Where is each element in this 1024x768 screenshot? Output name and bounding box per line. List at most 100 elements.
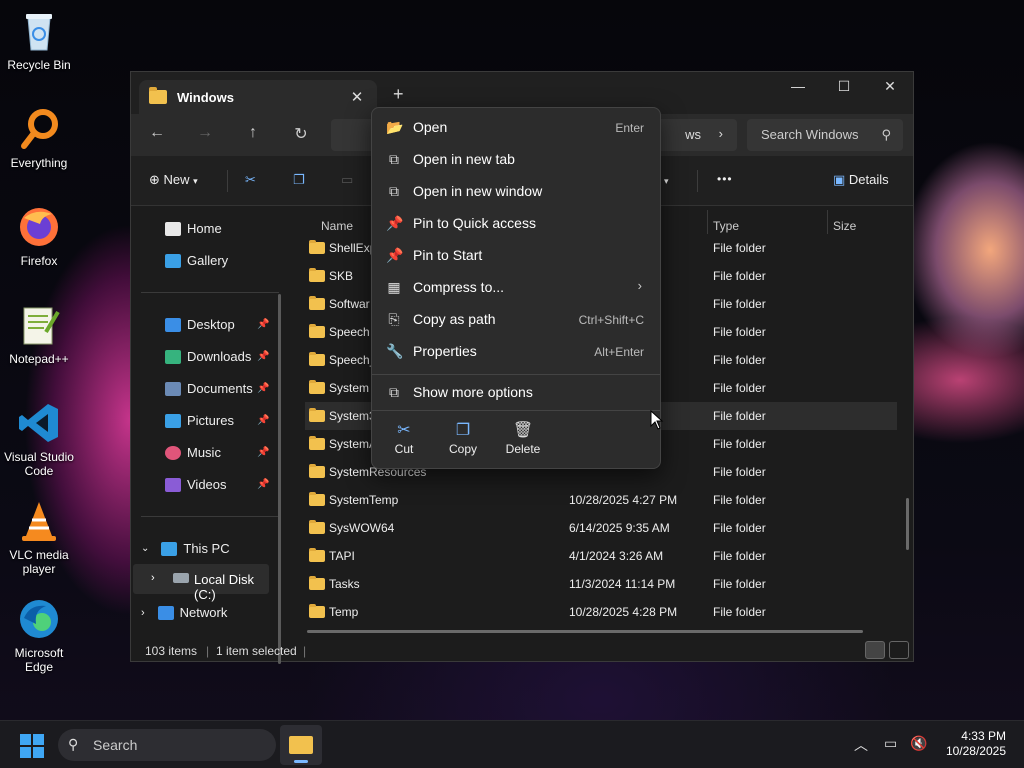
file-type: File folder (713, 549, 766, 563)
sidebar-item-gallery[interactable]: Gallery (165, 253, 228, 268)
file-date: 10/28/2025 4:28 PM (569, 605, 678, 619)
network-status-icon[interactable]: ▭ (884, 735, 897, 752)
sidebar-item-pictures[interactable]: Pictures (165, 413, 234, 428)
chevron-right-icon[interactable]: › (141, 607, 145, 619)
copy-toolbar-button[interactable]: ❐ (293, 172, 305, 188)
minimize-button[interactable]: — (775, 72, 821, 100)
desktop-icon-vscode[interactable]: Visual Studio Code (4, 400, 74, 478)
quick-action-copy[interactable]: ❐ Copy (437, 420, 489, 456)
desktop-icon-everything[interactable]: Everything (4, 106, 74, 170)
more-options-button[interactable]: ••• (717, 172, 733, 186)
column-divider[interactable] (707, 210, 708, 234)
gallery-icon (165, 253, 181, 268)
menu-item-label: Properties (413, 343, 477, 359)
quick-action-delete[interactable]: 🗑 Delete (497, 420, 549, 456)
menu-item-pin-to-start[interactable]: 📌 Pin to Start (380, 239, 654, 271)
menu-item-pin-to-quick-access[interactable]: 📌 Pin to Quick access (380, 207, 654, 239)
cut-toolbar-button[interactable]: ✂ (245, 172, 256, 188)
sidebar-item-videos[interactable]: Videos (165, 477, 227, 492)
up-button[interactable]: ↑ (241, 124, 265, 146)
folder-icon (309, 576, 325, 590)
file-name: Temp (329, 605, 359, 619)
column-header-type[interactable]: Type (713, 219, 739, 233)
column-header-name[interactable]: Name (321, 219, 353, 233)
folder-icon (289, 736, 313, 754)
menu-item-open[interactable]: 📂 Open Enter (380, 111, 654, 143)
column-header-size[interactable]: Size (833, 219, 856, 233)
sidebar-item-label: Desktop (187, 317, 235, 332)
volume-muted-icon[interactable]: 🔇 (910, 735, 927, 752)
desktop-icon-recycle-bin[interactable]: Recycle Bin (4, 8, 74, 72)
pin-icon[interactable]: 📌 (257, 319, 269, 330)
search-icon: ⚲ (68, 736, 79, 752)
paste-toolbar-button[interactable]: ▭ (341, 172, 353, 188)
search-input[interactable]: Search Windows ⚲ (747, 119, 903, 151)
sidebar-item-music[interactable]: Music (165, 445, 221, 460)
start-button[interactable] (20, 734, 44, 758)
new-tab-button[interactable]: + (393, 84, 404, 105)
menu-item-properties[interactable]: 🔧 Properties Alt+Enter (380, 335, 654, 367)
file-type: File folder (713, 353, 766, 367)
taskbar-search-box[interactable]: ⚲ Search (58, 729, 276, 761)
pin-icon[interactable]: 📌 (257, 415, 269, 426)
folder-icon (309, 324, 325, 338)
table-row[interactable]: SystemTemp 10/28/2025 4:27 PM File folder (305, 486, 897, 514)
trash-icon: 🗑 (512, 422, 534, 439)
menu-item-copy-as-path[interactable]: ⎘ Copy as path Ctrl+Shift+C (380, 303, 654, 335)
menu-item-open-in-new-window[interactable]: ⧉ Open in new window (380, 175, 654, 207)
menu-item-compress-to[interactable]: ▦ Compress to... › (380, 271, 654, 303)
sidebar-item-network[interactable]: › Network (141, 605, 227, 620)
sidebar-item-desktop[interactable]: Desktop (165, 317, 235, 332)
sidebar-scrollbar[interactable] (278, 294, 281, 664)
menu-item-show-more-options[interactable]: ⧉ Show more options (380, 376, 654, 408)
tab-windows[interactable]: Windows ✕ (139, 80, 377, 114)
sidebar-item-home[interactable]: Home (165, 221, 222, 236)
details-pane-button[interactable]: ▣ Details (833, 172, 889, 188)
folder-icon (309, 436, 325, 450)
clipboard-icon: ▭ (341, 172, 354, 187)
sidebar-item-local-disk[interactable]: › Local Disk (C:) (133, 564, 269, 602)
table-row[interactable]: SysWOW64 6/14/2025 9:35 AM File folder (305, 514, 897, 542)
wrench-icon: 🔧 (386, 343, 404, 359)
tab-close-button[interactable]: ✕ (347, 88, 367, 106)
sidebar-item-label: Videos (187, 477, 227, 492)
refresh-button[interactable]: ↻ (289, 124, 313, 146)
folder-icon (309, 380, 325, 394)
forward-button[interactable]: → (193, 124, 217, 146)
desktop-icon-firefox[interactable]: Firefox (4, 204, 74, 268)
pin-icon[interactable]: 📌 (257, 351, 269, 362)
back-button[interactable]: ← (145, 124, 169, 146)
close-button[interactable]: ✕ (867, 72, 913, 100)
horizontal-scrollbar[interactable] (307, 630, 863, 633)
menu-item-open-in-new-tab[interactable]: ⧉ Open in new tab (380, 143, 654, 175)
chevron-up-icon[interactable]: ︿ (854, 735, 868, 755)
menu-item-label: Pin to Quick access (413, 215, 536, 231)
sidebar-item-documents[interactable]: Documents (165, 381, 253, 396)
chevron-down-icon[interactable]: ⌄ (141, 543, 149, 554)
pin-icon[interactable]: 📌 (257, 383, 269, 394)
table-row[interactable]: TAPI 4/1/2024 3:26 AM File folder (305, 542, 897, 570)
vertical-scrollbar[interactable] (906, 498, 909, 550)
maximize-button[interactable]: ☐ (821, 72, 867, 100)
chevron-right-icon[interactable]: › (151, 572, 155, 584)
sidebar-item-downloads[interactable]: Downloads (165, 349, 251, 364)
large-icons-view-button[interactable] (889, 641, 909, 659)
chevron-right-icon[interactable]: › (719, 126, 723, 141)
column-divider[interactable] (827, 210, 828, 234)
pin-icon[interactable]: 📌 (257, 479, 269, 490)
quick-action-cut[interactable]: ✂ Cut (378, 420, 430, 456)
sidebar-item-this-pc[interactable]: ⌄ This PC (141, 541, 230, 556)
tab-title: Windows (177, 89, 234, 105)
desktop-icon-vlc[interactable]: VLC media player (4, 498, 74, 576)
details-view-button[interactable] (865, 641, 885, 659)
breadcrumb[interactable]: ws (685, 127, 701, 142)
taskbar-clock[interactable]: 4:33 PM 10/28/2025 (946, 729, 1006, 759)
desktop-icon-edge[interactable]: Microsoft Edge (4, 596, 74, 674)
taskbar-file-explorer[interactable] (280, 725, 322, 765)
desktop-icon-notepadpp[interactable]: Notepad++ (4, 302, 74, 366)
table-row[interactable]: Tasks 11/3/2024 11:14 PM File folder (305, 570, 897, 598)
table-row[interactable]: Temp 10/28/2025 4:28 PM File folder (305, 598, 897, 626)
pin-icon[interactable]: 📌 (257, 447, 269, 458)
folder-icon (309, 240, 325, 254)
new-button[interactable]: ⊕ New ▾ (149, 172, 198, 188)
